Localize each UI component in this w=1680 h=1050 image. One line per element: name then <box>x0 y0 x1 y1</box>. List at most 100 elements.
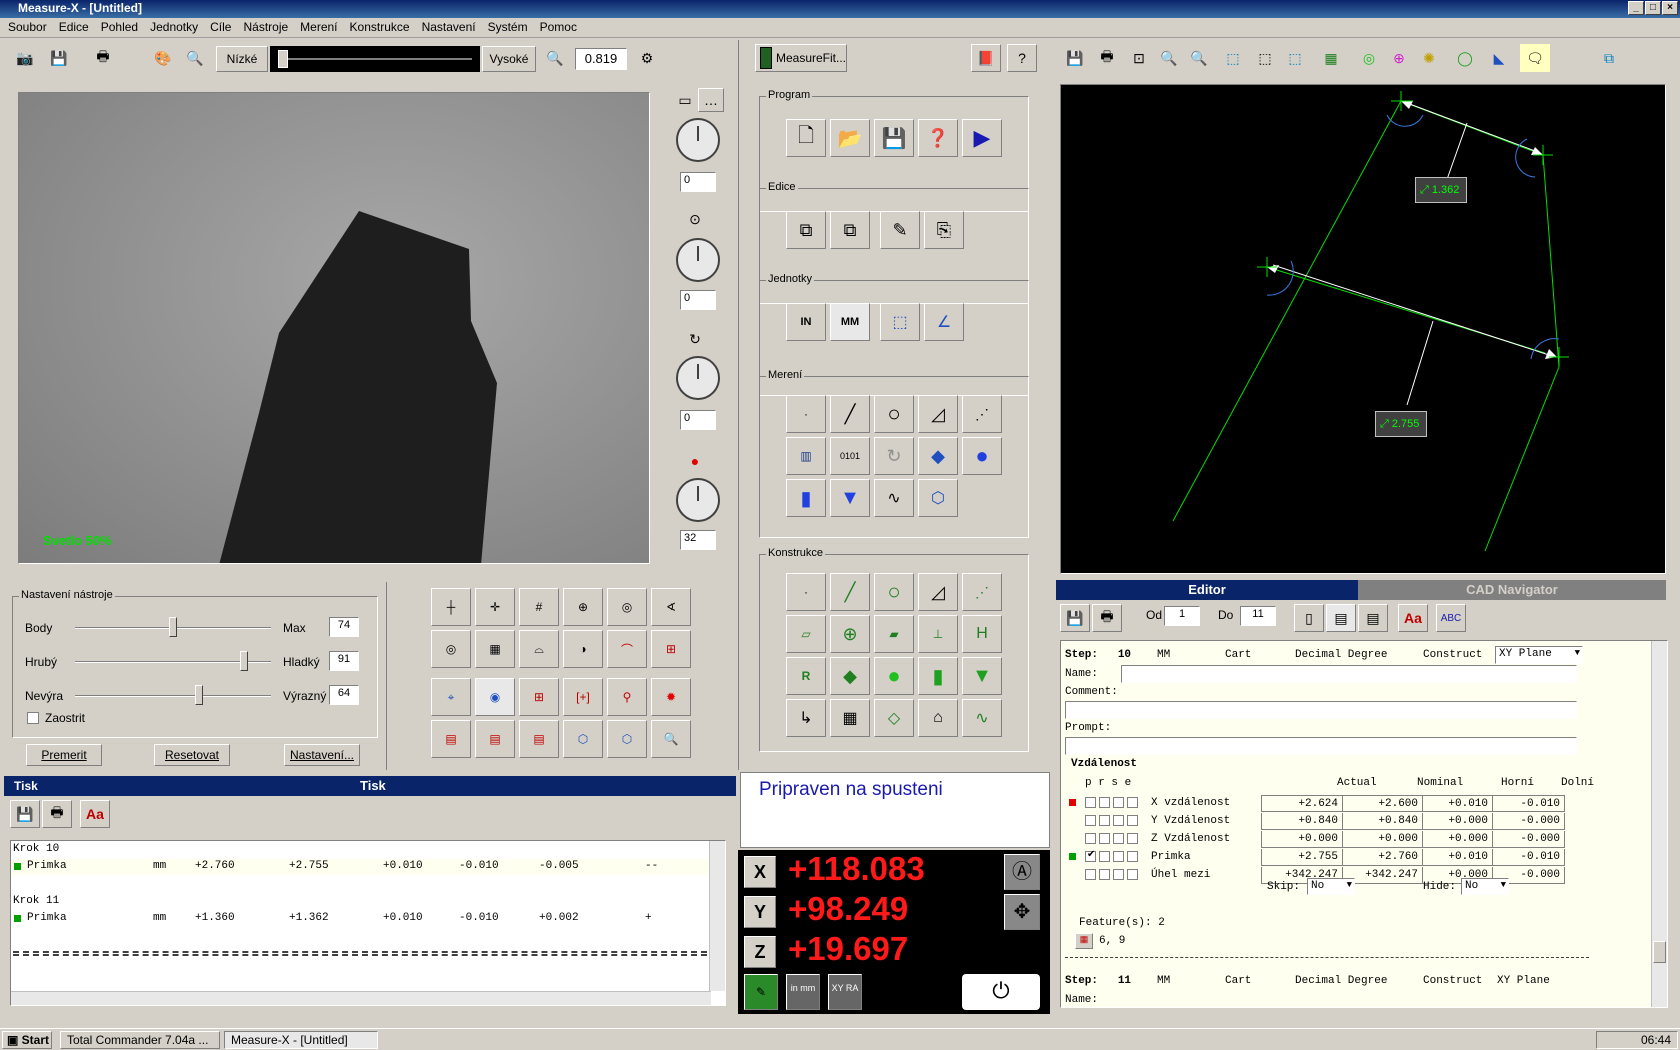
tab-cad-navigator[interactable]: CAD Navigator <box>1358 580 1666 600</box>
save-as-icon[interactable]: ❓ <box>918 119 958 157</box>
row-flag-checkbox[interactable] <box>1113 815 1124 826</box>
cone-icon[interactable]: ▼ <box>830 479 870 517</box>
menu-system[interactable]: Systém <box>482 18 534 37</box>
show-points-icon[interactable]: ⊕ <box>1384 44 1414 72</box>
cad-zoom-fit-icon[interactable]: ⊡ <box>1124 44 1154 72</box>
circle-tool-icon[interactable]: ⊕ <box>563 588 603 626</box>
row-value-cell[interactable]: -0.010 <box>1493 849 1565 866</box>
measurefit-button[interactable]: MeasureFit... <box>755 44 847 72</box>
double-circle-tool-icon[interactable]: ◎ <box>607 588 647 626</box>
view-iso-icon[interactable]: ⬚ <box>1280 44 1310 72</box>
menu-pohled[interactable]: Pohled <box>95 18 144 37</box>
dial-value-3[interactable]: 0 <box>680 410 716 430</box>
focus-checkbox[interactable] <box>27 712 39 724</box>
zoom-in-icon[interactable]: 🔍 <box>540 44 570 72</box>
ts-value-field[interactable]: 74 <box>329 617 359 637</box>
paste-step-icon[interactable]: ⧉ <box>830 211 870 249</box>
plane-select[interactable]: XY Plane ▼ <box>1495 646 1583 664</box>
start-button[interactable]: ▣ Start <box>2 1031 52 1049</box>
cad-zoom-in-icon[interactable]: 🔍 <box>1154 44 1184 72</box>
row-value-cell[interactable]: +0.010 <box>1423 849 1493 866</box>
row-value-cell[interactable]: -0.000 <box>1493 813 1565 830</box>
protractor-tool-icon[interactable]: ◑ <box>563 630 603 668</box>
arc-icon[interactable]: ↻ <box>874 437 914 475</box>
mm-icon[interactable]: MM <box>830 303 870 341</box>
show-features-icon[interactable]: ◎ <box>1354 44 1384 72</box>
light-icon[interactable]: ▭ <box>672 88 698 112</box>
brightness-slider[interactable] <box>270 46 480 72</box>
menu-edice[interactable]: Edice <box>53 18 95 37</box>
view-single-icon[interactable]: ▯ <box>1294 604 1324 632</box>
row-value-cell[interactable]: +0.000 <box>1261 831 1343 848</box>
circle-target-icon[interactable]: ◉ <box>475 678 515 716</box>
show-label-icon[interactable]: 🗨 <box>1520 44 1550 72</box>
polar-coords-icon[interactable]: ∠ <box>924 303 964 341</box>
view-layers-icon[interactable]: ▦ <box>1316 44 1346 72</box>
inch-icon[interactable]: IN <box>786 303 826 341</box>
save-image-icon[interactable]: 💾 <box>44 44 74 72</box>
y-axis-button[interactable]: Y <box>744 896 776 928</box>
c-radius-icon[interactable]: R <box>786 657 826 695</box>
c-width-icon[interactable]: H <box>962 615 1002 653</box>
sphere-icon[interactable]: ● <box>962 437 1002 475</box>
row-flag-checkbox[interactable] <box>1113 851 1124 862</box>
row-flag-checkbox[interactable] <box>1085 797 1096 808</box>
cad-window-icon[interactable]: ⧉ <box>1594 44 1624 72</box>
minimize-button[interactable]: _ <box>1628 1 1644 15</box>
bracket-target-icon[interactable]: [+] <box>563 678 603 716</box>
row-value-cell[interactable]: +2.600 <box>1343 795 1423 812</box>
show-circle-icon[interactable]: ◯ <box>1450 44 1480 72</box>
distance-icon[interactable]: ⋰ <box>962 395 1002 433</box>
name-field[interactable] <box>1121 665 1577 683</box>
point-target-icon[interactable]: ⌖ <box>431 678 471 716</box>
zoom-out-icon[interactable]: 🔍 <box>180 44 210 72</box>
cylinder-icon[interactable]: ▮ <box>786 479 826 517</box>
binary-icon[interactable]: 0101 <box>830 437 870 475</box>
editor-scrollbar[interactable] <box>1651 641 1667 1007</box>
editor-scroll-thumb[interactable] <box>1653 941 1666 963</box>
hide-select[interactable]: No ▼ <box>1461 878 1509 895</box>
c-cone-icon[interactable]: ▼ <box>962 657 1002 695</box>
comment-field[interactable] <box>1065 701 1577 719</box>
row-flag-checkbox[interactable] <box>1127 869 1138 880</box>
coaxial-light-dial[interactable] <box>676 238 720 282</box>
row-value-cell[interactable]: +0.840 <box>1261 813 1343 830</box>
spellcheck-icon[interactable]: ABC <box>1436 604 1466 632</box>
open-folder-icon[interactable]: 📂 <box>830 119 870 157</box>
row-flag-checkbox[interactable] <box>1127 851 1138 862</box>
row-flag-checkbox[interactable] <box>1099 869 1110 880</box>
image-edge-2-icon[interactable]: ▤ <box>475 720 515 758</box>
editor-font-icon[interactable]: Aa <box>1398 604 1428 632</box>
editor-content[interactable]: Step: 10 MM Cart Decimal Degree Construc… <box>1060 640 1668 1008</box>
ts-slider-track[interactable] <box>75 695 271 697</box>
row-flag-checkbox[interactable] <box>1127 833 1138 844</box>
angle-icon[interactable]: ◿ <box>918 395 958 433</box>
box-tool-icon[interactable]: ⊞ <box>651 630 691 668</box>
laser-target-icon[interactable]: ✹ <box>651 678 691 716</box>
dimension-label-1[interactable]: ⤢ 1.362 <box>1415 177 1467 203</box>
grid-tool-icon[interactable]: ▦ <box>475 630 515 668</box>
menu-soubor[interactable]: Soubor <box>2 18 53 37</box>
x-axis-button[interactable]: X <box>744 856 776 888</box>
print-print-icon[interactable]: 🖶 <box>42 800 72 828</box>
book-icon[interactable]: 📕 <box>971 44 1001 72</box>
ts-slider-thumb[interactable] <box>195 685 204 705</box>
save-icon[interactable]: 💾 <box>874 119 914 157</box>
view-front-icon[interactable]: ⬚ <box>1218 44 1248 72</box>
c-condition-icon[interactable]: ◇ <box>874 699 914 737</box>
dimension-label-2[interactable]: ⤢ 2.755 <box>1375 411 1427 437</box>
palette-icon[interactable]: 🎨 <box>148 44 178 72</box>
row-flag-checkbox[interactable] <box>1113 797 1124 808</box>
tab-editor[interactable]: Editor <box>1056 580 1358 600</box>
c-intersect-icon[interactable]: ⊕ <box>830 615 870 653</box>
c-angle-icon[interactable]: ◿ <box>918 573 958 611</box>
dial-value-4[interactable]: 32 <box>680 530 716 550</box>
from-field[interactable]: 1 <box>1164 606 1200 626</box>
z-axis-button[interactable]: Z <box>744 936 776 968</box>
close-button[interactable]: × <box>1662 1 1678 15</box>
row-value-cell[interactable]: +0.010 <box>1423 795 1493 812</box>
camera-icon[interactable]: 📷 <box>10 44 40 72</box>
run-icon[interactable]: ▶ <box>962 119 1002 157</box>
maximize-button[interactable]: □ <box>1645 1 1661 15</box>
menu-nastaveni[interactable]: Nastavení <box>416 18 482 37</box>
